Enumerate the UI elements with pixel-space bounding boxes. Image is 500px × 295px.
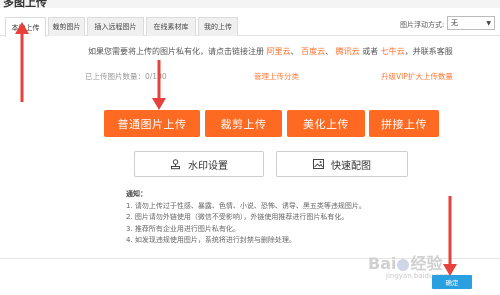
- quick-image-button[interactable]: 快速配图: [276, 151, 408, 177]
- notice-block: 通知： 1. 请勿上传过于性感、暴露、色情、小说、恐怖、诱导、黑五类等违规图片。…: [126, 189, 366, 247]
- manage-categories-link[interactable]: 管理上传分类: [254, 71, 299, 82]
- baidu-cloud-link[interactable]: 百度云: [301, 47, 325, 56]
- dialog-title-bar: 多图上传: [0, 0, 500, 8]
- normal-upload-button[interactable]: 普通图片上传: [104, 110, 200, 137]
- quick-image-label: 快速配图: [331, 160, 371, 172]
- register-suffix: ，并联系客服: [404, 47, 453, 56]
- chevron-down-icon: ▼: [486, 19, 491, 27]
- aliyun-link[interactable]: 阿里云: [267, 47, 291, 56]
- upload-count-label: 已上传图片数量：: [85, 72, 145, 81]
- tab-remote-image[interactable]: 插入远程图片: [87, 17, 144, 36]
- notice-item: 2. 图片请勿外链使用（微信不受影响），外链使用推荐进行图片私有化。: [126, 213, 349, 221]
- confirm-button[interactable]: 确定: [432, 275, 472, 289]
- register-or: 或者: [362, 47, 379, 56]
- notice-item: 1. 请勿上传过于性感、暴露、色情、小说、恐怖、诱导、黑五类等违规图片。: [126, 201, 366, 210]
- splice-upload-button[interactable]: 拼接上传: [369, 110, 439, 137]
- annotation-arrow-down-icon: [443, 196, 457, 276]
- stamp-icon: [171, 158, 180, 169]
- annotation-arrow-down-icon: [152, 60, 166, 110]
- beautify-upload-button[interactable]: 美化上传: [287, 110, 365, 137]
- crop-upload-button[interactable]: 裁剪上传: [205, 110, 282, 137]
- tencent-cloud-link[interactable]: 腾讯云: [336, 47, 360, 56]
- float-mode-value: 无: [451, 19, 458, 27]
- dialog-title: 多图上传: [3, 0, 47, 8]
- image-icon: [313, 159, 324, 169]
- annotation-arrow-up-icon: [15, 22, 29, 102]
- qiniu-cloud-link[interactable]: 七牛云: [381, 47, 405, 56]
- watermark-brand2: 经验: [410, 254, 443, 273]
- float-mode-label: 图片浮动方式:: [400, 21, 445, 29]
- paw-icon: [397, 258, 410, 271]
- tab-online-library[interactable]: 在线素材库: [146, 17, 196, 36]
- tab-my-uploads[interactable]: 我的上传: [198, 17, 238, 36]
- float-mode-select[interactable]: 无 ▼: [447, 16, 495, 30]
- notice-item: 3. 推荐所有企业用进行图片私有化。: [126, 224, 240, 233]
- watermark-settings-label: 水印设置: [188, 160, 228, 172]
- register-prefix: 如果您需要将上传的图片私有化，请点击链接注册: [88, 47, 264, 56]
- notice-item: 4. 如发现违规使用图片，系统将进行封禁与删除处理。: [126, 236, 296, 244]
- register-notice: 如果您需要将上传的图片私有化，请点击链接注册 阿里云、 百度云、 腾讯云 或者 …: [88, 47, 453, 56]
- watermark-settings-button[interactable]: 水印设置: [134, 151, 264, 177]
- watermark-brand: Bai: [368, 254, 397, 273]
- notice-title: 通知：: [126, 190, 147, 198]
- tab-crop-image[interactable]: 裁剪图片: [48, 17, 85, 36]
- upgrade-vip-link[interactable]: 升级VIP扩大上传数量: [381, 71, 453, 82]
